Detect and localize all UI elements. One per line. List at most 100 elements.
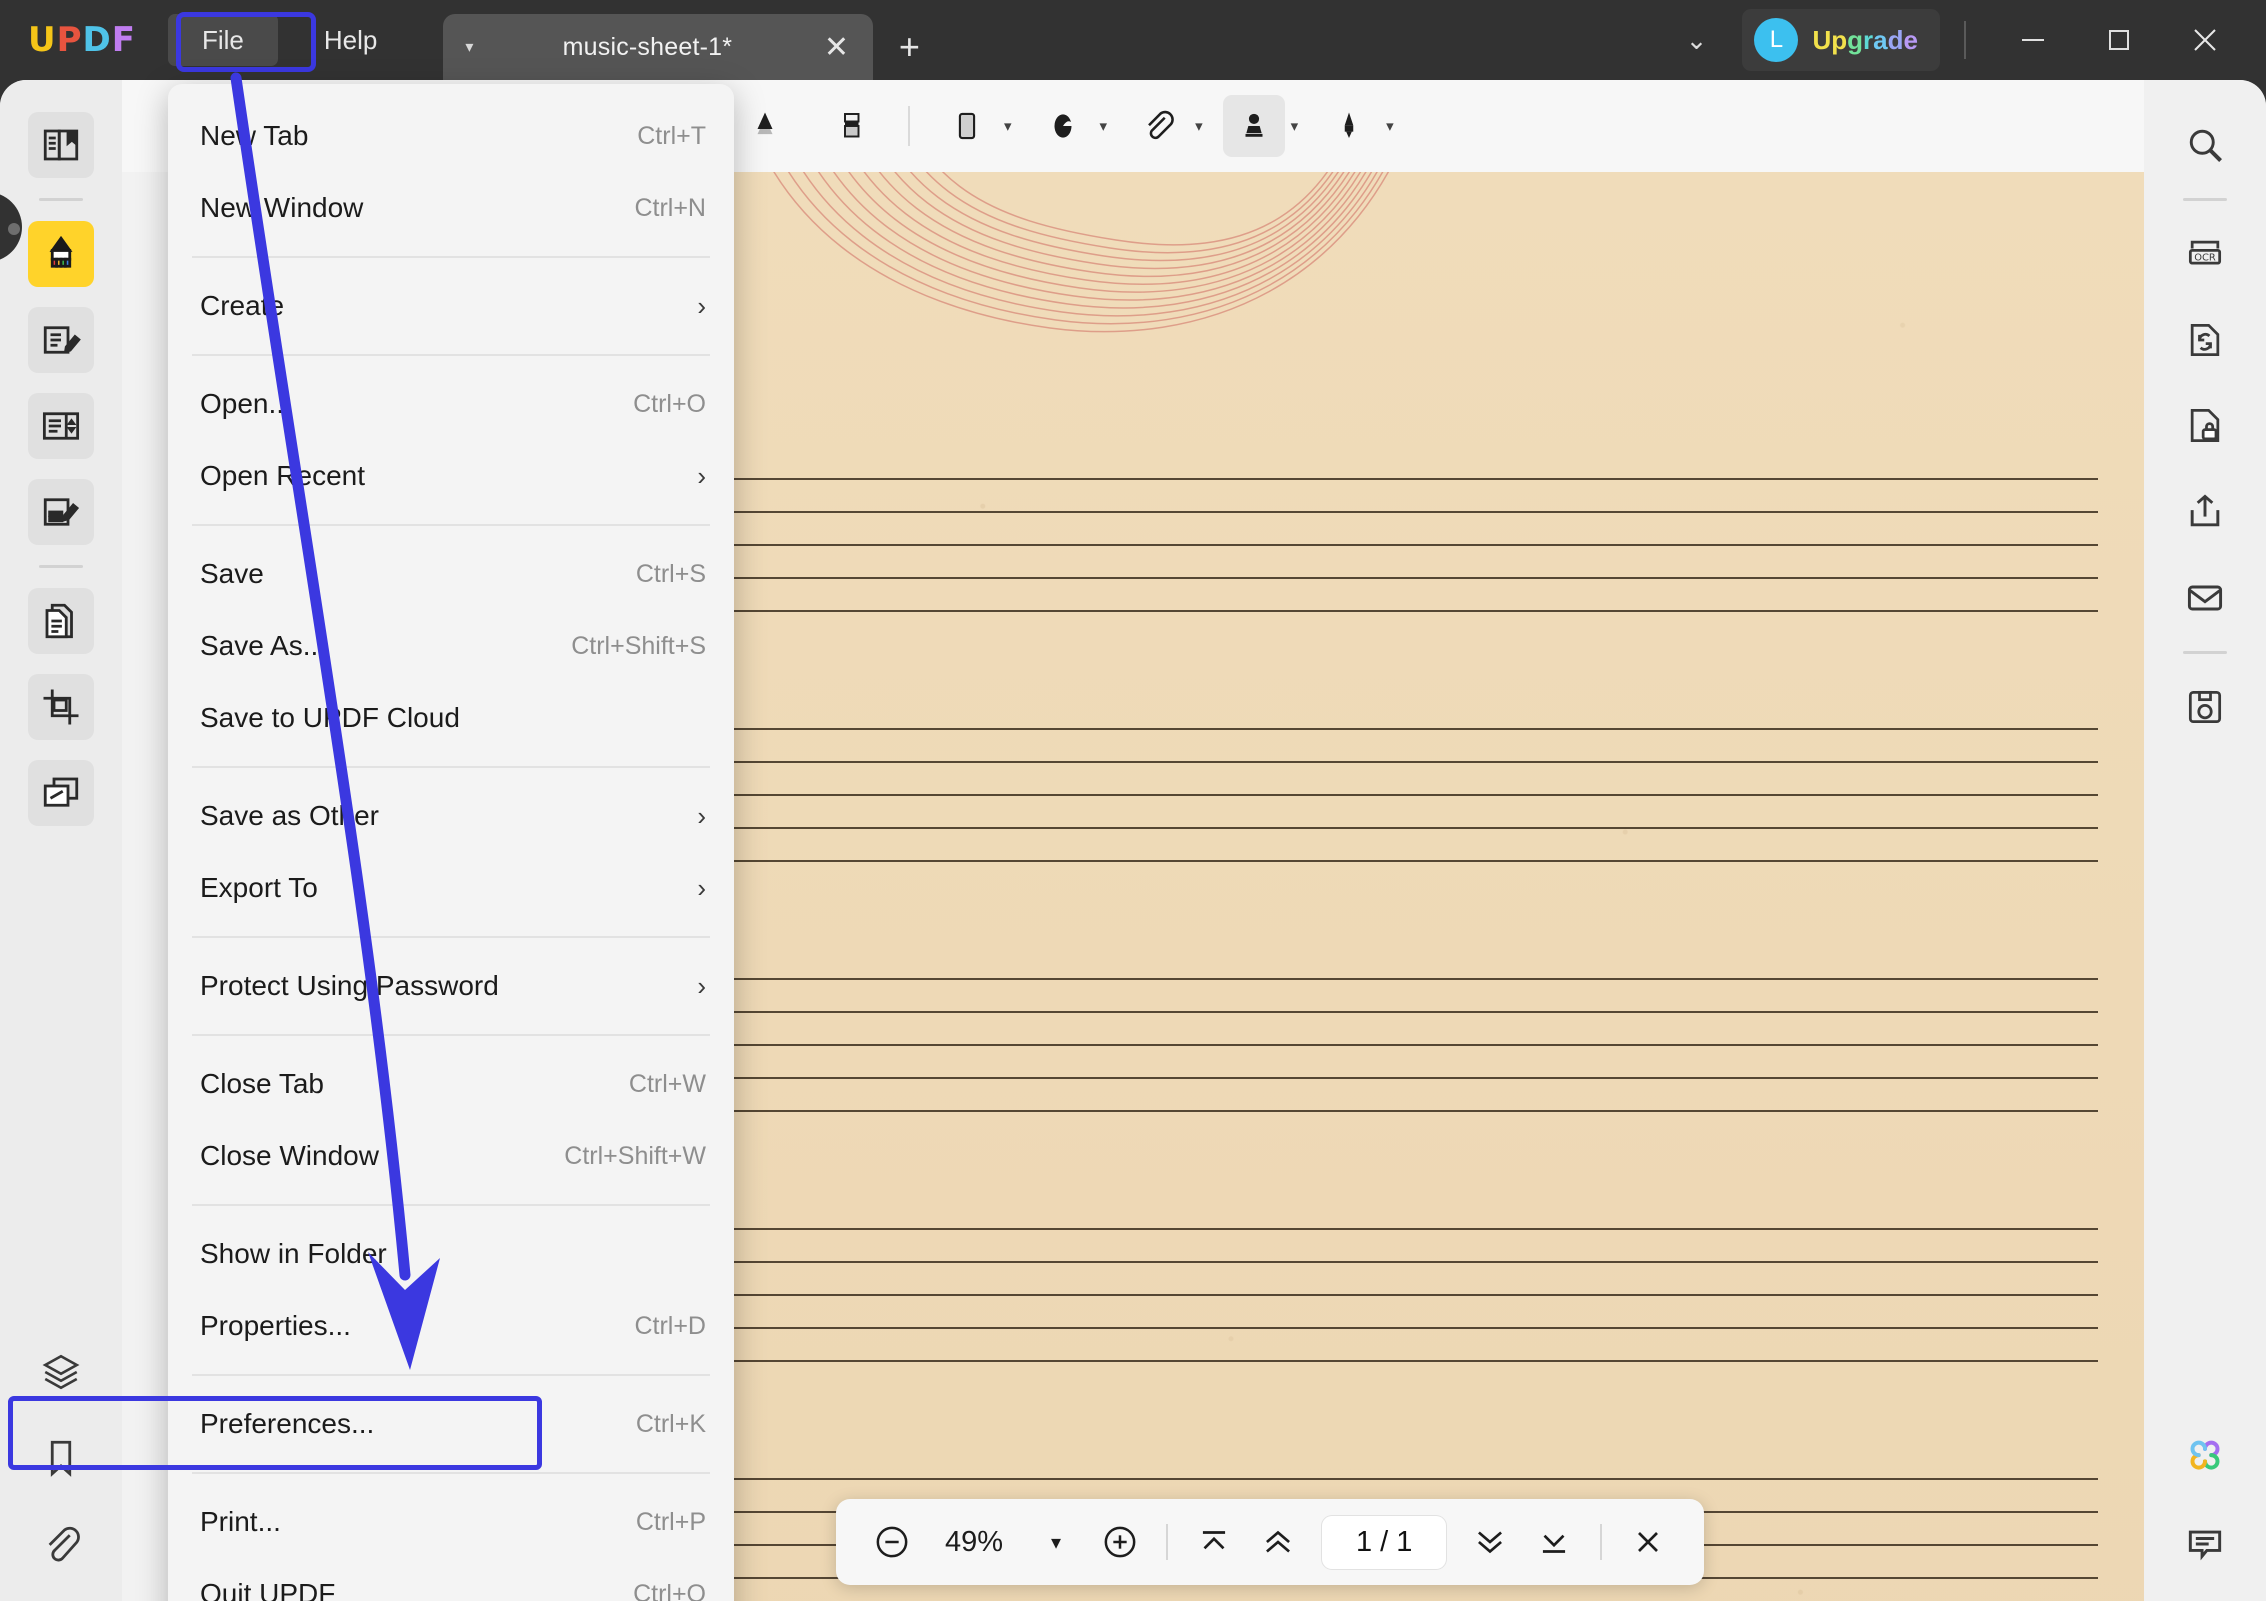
sidebar-item-form-edit[interactable] — [28, 479, 94, 545]
menu-separator — [192, 936, 710, 938]
sidebar-item-page-organize[interactable] — [28, 393, 94, 459]
menu-separator — [192, 1034, 710, 1036]
sidebar-item-compare-files[interactable] — [28, 760, 94, 826]
menu-item-quit-updf[interactable]: Quit UPDF Ctrl+Q — [168, 1558, 734, 1601]
menu-item-save-to-updf-cloud[interactable]: Save to UPDF Cloud — [168, 682, 734, 754]
attachment-dropdown-caret-icon[interactable]: ▾ — [1195, 117, 1203, 135]
file-menu-dropdown[interactable]: New Tab Ctrl+T New Window Ctrl+N Create … — [168, 84, 734, 1601]
menu-item-open[interactable]: Open... Ctrl+O — [168, 368, 734, 440]
upgrade-button[interactable]: L Upgrade — [1742, 9, 1940, 71]
menu-label: Quit UPDF — [200, 1578, 336, 1601]
menu-label: Properties... — [200, 1310, 351, 1341]
avatar: L — [1754, 18, 1799, 62]
signature-dropdown-caret-icon[interactable]: ▾ — [1291, 117, 1299, 135]
menu-accelerator: Ctrl+Q — [633, 1579, 706, 1601]
sidebar-item-bookmark[interactable] — [28, 1425, 94, 1491]
menu-item-print[interactable]: Print... Ctrl+P — [168, 1486, 734, 1558]
left-tool-rail — [0, 80, 122, 1601]
close-zoombar-button[interactable] — [1618, 1512, 1678, 1572]
menu-item-save[interactable]: Save Ctrl+S — [168, 538, 734, 610]
menu-item-show-in-folder[interactable]: Show in Folder — [168, 1218, 734, 1290]
search-icon[interactable] — [2172, 112, 2238, 178]
page-indicator[interactable]: 1 / 1 — [1322, 1515, 1447, 1569]
upgrade-letter-1: p — [1831, 24, 1848, 55]
email-icon[interactable] — [2172, 565, 2238, 631]
help-menu-label: Help — [323, 24, 378, 55]
menu-item-create[interactable]: Create › — [168, 270, 734, 342]
menu-item-new-tab[interactable]: New Tab Ctrl+T — [168, 100, 734, 172]
upgrade-letter-3: r — [1863, 24, 1874, 55]
protect-document-icon[interactable] — [2172, 393, 2238, 459]
ai-assistant-icon[interactable] — [2172, 1425, 2238, 1491]
menu-label: Close Window — [200, 1140, 379, 1171]
close-window-button[interactable] — [2162, 0, 2248, 80]
shape-rectangle-icon[interactable] — [936, 95, 998, 157]
sidebar-item-edit-pdf[interactable] — [28, 307, 94, 373]
new-tab-button[interactable]: + — [873, 14, 945, 80]
menu-label: Protect Using Password — [200, 970, 499, 1001]
menu-item-save-as[interactable]: Save As... Ctrl+Shift+S — [168, 610, 734, 682]
menu-item-new-window[interactable]: New Window Ctrl+N — [168, 172, 734, 244]
titlebar-right-controls: ⌄ L Upgrade — [1662, 0, 2266, 80]
upgrade-letter-6: e — [1903, 24, 1918, 55]
right-rail-separator — [2183, 198, 2227, 201]
sidebar-item-attachment[interactable] — [28, 1511, 94, 1577]
sidebar-item-crop-page[interactable] — [28, 674, 94, 740]
pen-dropdown-caret-icon[interactable]: ▾ — [1386, 117, 1394, 135]
sidebar-item-convert-pdf[interactable] — [28, 588, 94, 654]
zoom-navigation-bar: 49% ▾ 1 / 1 — [836, 1499, 1705, 1585]
file-menu-button[interactable]: File — [168, 14, 278, 66]
menu-accelerator: Ctrl+N — [634, 193, 706, 222]
page-title: Music — [710, 172, 2144, 198]
menu-label: Show in Folder — [200, 1238, 387, 1269]
title-bar: UPDF File Help ▾ music-sheet-1* ✕ + ⌄ L … — [0, 0, 2266, 80]
menu-item-export-to[interactable]: Export To › — [168, 852, 734, 924]
next-page-button[interactable] — [1460, 1512, 1520, 1572]
rail-collapse-dot[interactable] — [8, 223, 20, 235]
menu-item-save-as-other[interactable]: Save as Other › — [168, 780, 734, 852]
maximize-button[interactable] — [2076, 0, 2162, 80]
zoom-dropdown-caret-icon[interactable]: ▾ — [1026, 1512, 1086, 1572]
menu-label: Save as Other — [200, 800, 379, 831]
previous-page-button[interactable] — [1248, 1512, 1308, 1572]
updf-logo: UPDF — [28, 20, 136, 60]
last-page-button[interactable] — [1524, 1512, 1584, 1572]
stamp-dropdown-caret-icon[interactable]: ▾ — [1100, 117, 1108, 135]
comment-bubble-icon[interactable] — [2172, 1511, 2238, 1577]
menu-item-close-tab[interactable]: Close Tab Ctrl+W — [168, 1048, 734, 1120]
ink-pen-icon[interactable] — [1318, 95, 1380, 157]
stamp-signature-icon[interactable] — [1222, 95, 1285, 157]
menu-item-open-recent[interactable]: Open Recent › — [168, 440, 734, 512]
updf-application-window: UPDF File Help ▾ music-sheet-1* ✕ + ⌄ L … — [0, 0, 2266, 1601]
menu-label: Open... — [200, 388, 292, 419]
sidebar-item-reader-mode[interactable] — [28, 112, 94, 178]
minimize-button[interactable] — [1990, 0, 2076, 80]
menu-item-close-window[interactable]: Close Window Ctrl+Shift+W — [168, 1120, 734, 1192]
help-menu-button[interactable]: Help — [290, 14, 411, 66]
menu-accelerator: Ctrl+O — [633, 389, 706, 418]
upgrade-letter-4: a — [1873, 24, 1888, 55]
share-upload-icon[interactable] — [2172, 479, 2238, 545]
menu-item-protect-using-password[interactable]: Protect Using Password › — [168, 950, 734, 1022]
stamp-icon[interactable] — [1032, 95, 1094, 157]
tab-dropdown-caret-icon[interactable]: ▾ — [465, 37, 495, 57]
shape-dropdown-caret-icon[interactable]: ▾ — [1004, 117, 1012, 135]
ocr-icon[interactable]: OCR — [2172, 221, 2238, 287]
tab-close-icon[interactable]: ✕ — [799, 30, 873, 65]
attachment-clip-icon[interactable] — [1127, 95, 1189, 157]
sidebar-item-layers[interactable] — [28, 1339, 94, 1405]
save-snapshot-icon[interactable] — [2172, 674, 2238, 740]
document-tab[interactable]: ▾ music-sheet-1* ✕ — [443, 14, 874, 80]
eraser-icon[interactable] — [820, 95, 882, 157]
chevron-down-icon[interactable]: ⌄ — [1662, 25, 1730, 56]
convert-document-icon[interactable] — [2172, 307, 2238, 373]
menu-item-properties[interactable]: Properties... Ctrl+D — [168, 1290, 734, 1362]
first-page-button[interactable] — [1184, 1512, 1244, 1572]
menu-separator — [192, 524, 710, 526]
menu-item-preferences[interactable]: Preferences... Ctrl+K — [168, 1388, 734, 1460]
zoom-out-button[interactable] — [862, 1512, 922, 1572]
pencil-icon[interactable] — [734, 95, 796, 157]
zoom-in-button[interactable] — [1090, 1512, 1150, 1572]
sidebar-item-comment[interactable] — [28, 221, 94, 287]
upgrade-label: Upgrade — [1812, 25, 1918, 56]
